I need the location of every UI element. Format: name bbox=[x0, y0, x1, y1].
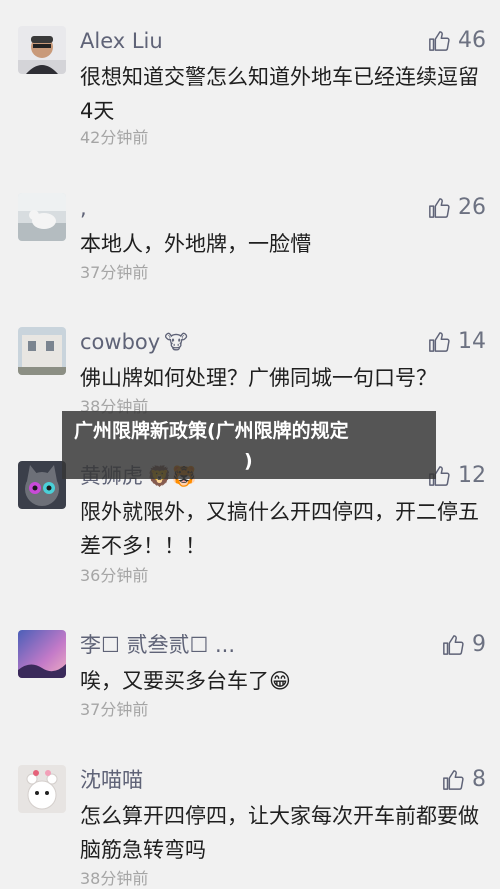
comment-time: 38分钟前 bbox=[80, 869, 149, 888]
like-button[interactable]: 12 bbox=[428, 461, 486, 491]
comment-text: 限外就限外，又搞什么开四停四，开二停五差不多！！！ bbox=[80, 500, 479, 558]
commenter-name[interactable]: , bbox=[80, 193, 87, 223]
like-count: 12 bbox=[458, 463, 486, 488]
thumbs-up-icon bbox=[429, 31, 450, 51]
commenter-name[interactable]: 李☐ 贰叁贰☐ ... bbox=[80, 630, 235, 660]
commenter-name-text: cowboy bbox=[80, 330, 161, 354]
like-button[interactable]: 26 bbox=[428, 193, 486, 223]
avatar[interactable] bbox=[18, 630, 66, 678]
commenter-name[interactable]: cowboy 🐮 bbox=[80, 327, 188, 357]
overlay-title-line1: 广州限牌新政策(广州限牌的规定 bbox=[74, 420, 349, 442]
comment-time: 37分钟前 bbox=[80, 263, 149, 282]
like-button[interactable]: 14 bbox=[428, 327, 486, 357]
avatar[interactable] bbox=[18, 765, 66, 813]
comment-time: 42分钟前 bbox=[80, 128, 149, 147]
avatar[interactable] bbox=[18, 193, 66, 241]
comment-time: 36分钟前 bbox=[80, 566, 149, 585]
like-count: 9 bbox=[472, 632, 486, 657]
like-count: 26 bbox=[458, 195, 486, 220]
cow-emoji: 🐮 bbox=[164, 330, 188, 354]
commenter-name[interactable]: 沈喵喵 bbox=[80, 765, 143, 795]
comment-time: 37分钟前 bbox=[80, 700, 149, 719]
avatar[interactable] bbox=[18, 327, 66, 375]
comment-text: 本地人，外地牌，一脸懵 bbox=[80, 232, 311, 256]
thumbs-up-icon bbox=[443, 635, 464, 655]
comment-text: 唉，又要买多台车了😁 bbox=[80, 669, 291, 693]
thumbs-up-icon bbox=[429, 198, 450, 218]
like-button[interactable]: 46 bbox=[428, 26, 486, 56]
thumbs-up-icon bbox=[429, 332, 450, 352]
thumbs-up-icon bbox=[443, 770, 464, 790]
title-overlay: 广州限牌新政策(广州限牌的规定 ) bbox=[62, 411, 436, 479]
avatar[interactable] bbox=[18, 26, 66, 74]
comment-text: 很想知道交警怎么知道外地车已经连续逗留4天 bbox=[80, 65, 479, 123]
overlay-title-line2: ) bbox=[244, 450, 253, 472]
commenter-name[interactable]: Alex Liu bbox=[80, 26, 163, 56]
like-count: 8 bbox=[472, 767, 486, 792]
comment-text: 怎么算开四停四，让大家每次开车前都要做脑筋急转弯吗 bbox=[80, 804, 479, 862]
like-button[interactable]: 8 bbox=[442, 765, 486, 795]
like-count: 46 bbox=[458, 28, 486, 53]
like-count: 14 bbox=[458, 329, 486, 354]
comment-text: 佛山牌如何处理？广佛同城一句口号？ bbox=[80, 366, 437, 390]
avatar[interactable] bbox=[18, 461, 66, 509]
like-button[interactable]: 9 bbox=[442, 630, 486, 660]
